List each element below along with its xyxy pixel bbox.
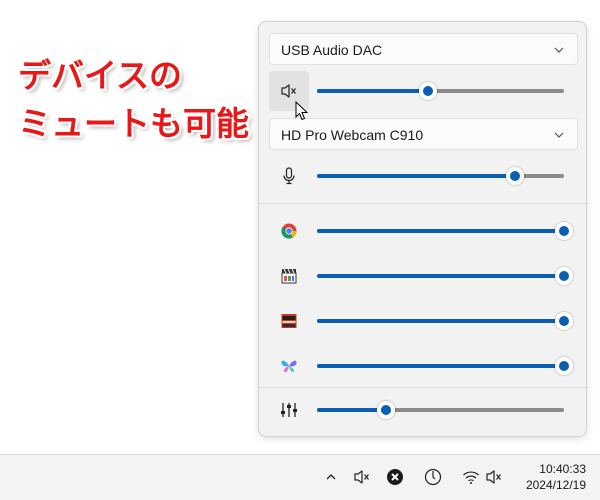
output-volume-fill [317, 89, 429, 93]
app-volume-slider-video[interactable] [317, 312, 573, 330]
output-volume-slider[interactable] [317, 82, 564, 100]
mouse-cursor-icon [295, 101, 309, 121]
app-volume-row-butterfly [259, 346, 588, 386]
app-mute-button[interactable] [269, 301, 309, 341]
annotation-line-2: ミュートも可能 [18, 104, 249, 143]
output-device-dropdown[interactable]: USB Audio DAC [269, 33, 578, 65]
divider [259, 387, 586, 388]
tray-network-button[interactable] [461, 467, 481, 487]
clapperboard-icon [281, 268, 297, 284]
output-volume-thumb[interactable] [419, 82, 438, 100]
app-volume-slider-butterfly[interactable] [317, 357, 573, 375]
chevron-down-icon [554, 132, 564, 138]
taskbar-clock[interactable]: 10:40:33 2024/12/19 [526, 461, 586, 493]
speaker-muted-icon [281, 84, 296, 98]
mixer-volume-slider[interactable] [317, 401, 564, 419]
app-mute-button[interactable] [269, 211, 309, 251]
app-volume-slider-media[interactable] [317, 267, 573, 285]
chevron-up-icon [326, 474, 336, 480]
input-volume-thumb[interactable] [505, 167, 524, 185]
close-circle-icon [387, 469, 403, 485]
output-device-label: USB Audio DAC [281, 42, 383, 58]
microphone-icon [283, 167, 295, 185]
app-volume-row-media [259, 256, 588, 296]
mixer-volume-thumb[interactable] [377, 401, 396, 419]
app-mute-button[interactable] [269, 256, 309, 296]
app-volume-thumb[interactable] [555, 267, 573, 285]
app-volume-slider-chrome[interactable] [317, 222, 573, 240]
mixer-settings-button[interactable] [269, 390, 309, 430]
app-volume-thumb[interactable] [555, 312, 573, 330]
speaker-muted-icon [354, 470, 369, 484]
tray-timer-button[interactable] [423, 467, 443, 487]
video-thumbnail-icon [281, 314, 297, 328]
app-volume-fill [317, 274, 564, 278]
tray-volume-button[interactable] [352, 467, 372, 487]
clock-date: 2024/12/19 [525, 478, 586, 492]
mixer-volume-fill [317, 408, 387, 412]
app-volume-thumb[interactable] [555, 222, 573, 240]
clock-time: 10:40:33 [539, 462, 586, 476]
timer-icon [424, 468, 442, 486]
equalizer-icon [281, 403, 297, 417]
app-volume-fill [317, 229, 564, 233]
tray-sound-button[interactable] [484, 467, 504, 487]
input-volume-slider[interactable] [317, 167, 564, 185]
annotation-text: デバイスの ミュートも可能 [18, 52, 249, 148]
mixer-row [259, 390, 588, 430]
butterfly-icon [281, 360, 297, 373]
input-device-label: HD Pro Webcam C910 [281, 127, 424, 143]
volume-mixer-panel: USB Audio DAC HD Pro Webcam C910 [258, 21, 587, 437]
input-mute-button[interactable] [269, 156, 309, 196]
input-volume-fill [317, 174, 515, 178]
tray-app-button[interactable] [385, 467, 405, 487]
taskbar: 10:40:33 2024/12/19 [0, 454, 600, 500]
app-mute-button[interactable] [269, 346, 309, 386]
divider [259, 203, 586, 204]
annotation-line-1: デバイスの [18, 56, 183, 95]
app-volume-row-chrome [259, 211, 588, 251]
chrome-icon [281, 223, 297, 239]
speaker-muted-icon [486, 470, 501, 484]
input-volume-row [259, 156, 588, 196]
app-volume-row-video [259, 301, 588, 341]
wifi-icon [463, 471, 479, 484]
app-volume-thumb[interactable] [555, 357, 573, 375]
app-volume-fill [317, 364, 564, 368]
app-volume-fill [317, 319, 564, 323]
input-device-dropdown[interactable]: HD Pro Webcam C910 [269, 118, 578, 150]
show-hidden-icons-button[interactable] [321, 467, 341, 487]
chevron-down-icon [554, 47, 564, 53]
